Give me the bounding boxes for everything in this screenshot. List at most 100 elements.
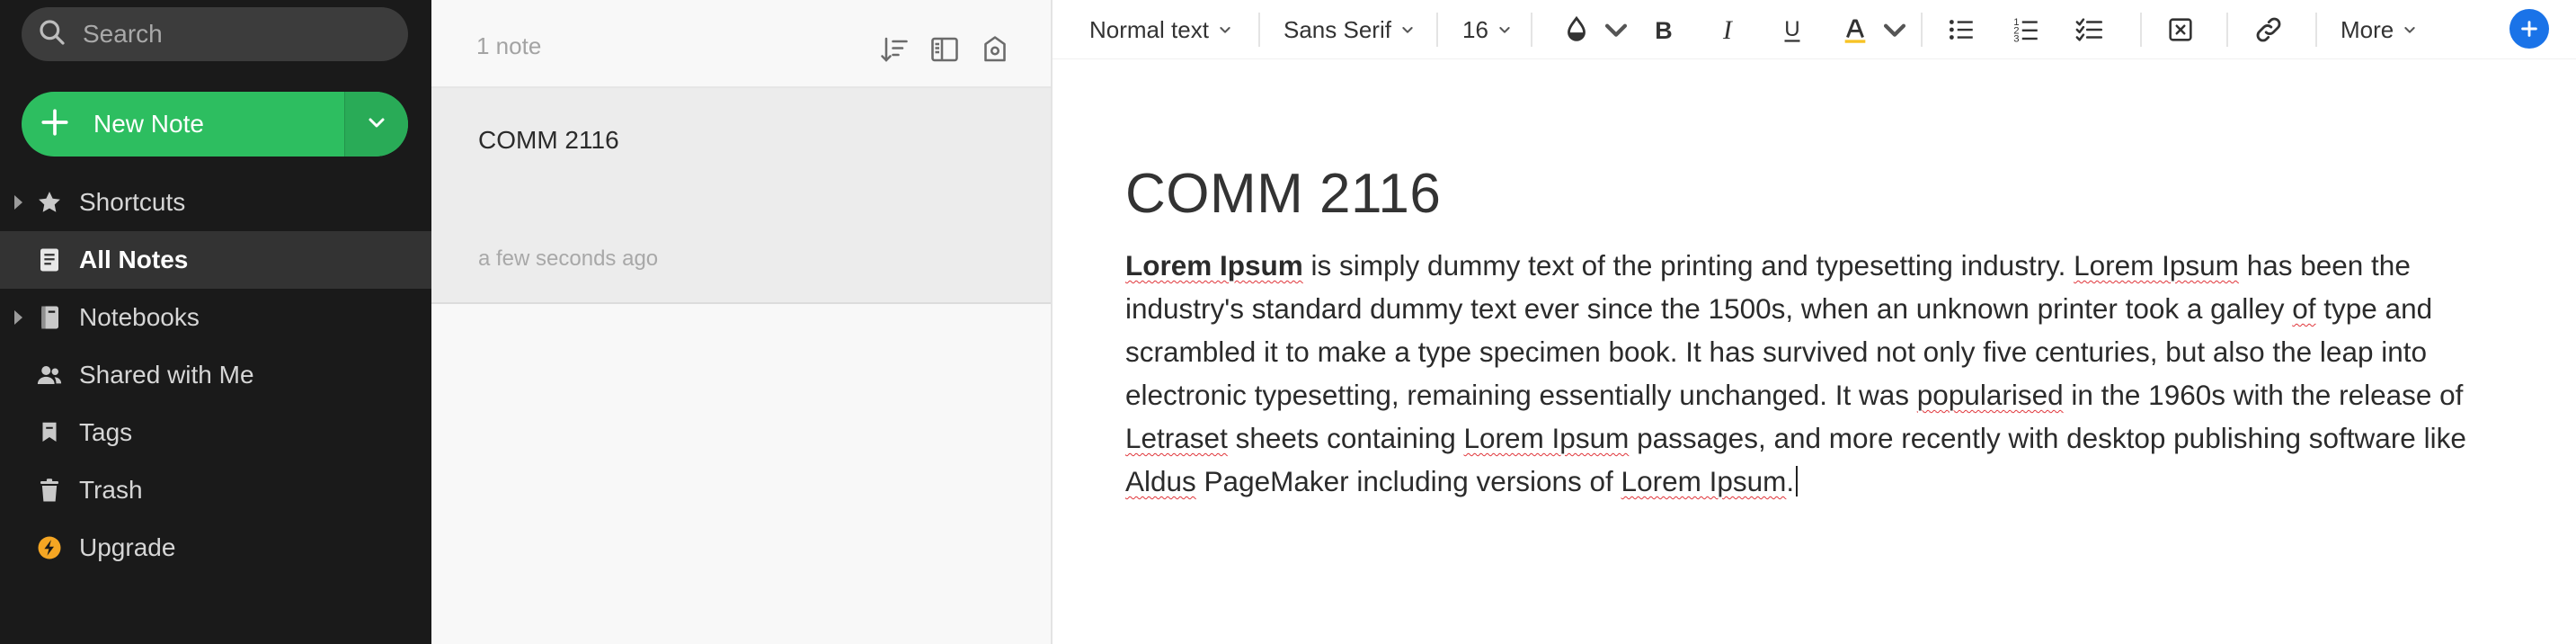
text-style-dropdown[interactable]: Normal text [1089, 11, 1232, 49]
expand-caret-icon[interactable] [14, 195, 22, 210]
shortcut-pin-icon[interactable] [978, 32, 1012, 67]
body-text: in the 1960s with the release of [2063, 379, 2464, 411]
bold-icon: B [1655, 17, 1672, 44]
sidebar-item-label: All Notes [79, 246, 189, 273]
note-card-title: COMM 2116 [478, 126, 619, 154]
font-family-value: Sans Serif [1284, 15, 1391, 43]
note-body[interactable]: Lorem Ipsum is simply dummy text of the … [1125, 244, 2474, 503]
upgrade-icon [34, 533, 65, 562]
star-icon [34, 188, 65, 217]
trash-icon [34, 476, 65, 505]
body-bold-text: Lorem Ipsum [1125, 249, 1303, 282]
plus-icon [40, 107, 70, 142]
toolbar-divider [1531, 13, 1532, 47]
body-misspelled-word: Lorem Ipsum [1463, 422, 1630, 454]
chevron-down-icon [1220, 27, 1230, 33]
chevron-down-icon [1402, 27, 1413, 33]
text-color-icon [1568, 15, 1586, 41]
view-options-icon[interactable] [928, 32, 962, 67]
body-misspelled-word: Aldus [1125, 465, 1196, 497]
highlight-button[interactable] [1840, 11, 1910, 49]
chevron-down-icon [2404, 27, 2415, 33]
underline-button[interactable]: U [1777, 11, 1808, 49]
chevron-down-icon [1883, 23, 1906, 37]
toolbar-divider [1921, 13, 1923, 47]
chevron-down-icon [366, 112, 387, 138]
new-note-dropdown-button[interactable] [345, 92, 408, 157]
plus-icon [2521, 21, 2537, 37]
new-note-main[interactable]: New Note [22, 92, 344, 157]
toolbar-divider [2140, 13, 2142, 47]
note-count: 1 note [476, 32, 542, 59]
toolbar-divider [1436, 13, 1438, 47]
search-icon [38, 18, 67, 51]
sidebar-item-notebooks[interactable]: Notebooks [0, 289, 431, 346]
insert-link-button[interactable] [2253, 11, 2284, 49]
sidebar-item-trash[interactable]: Trash [0, 461, 431, 519]
note-title[interactable]: COMM 2116 [1125, 162, 1441, 226]
chevron-down-icon [1499, 27, 1510, 33]
body-text: PageMaker including versions of [1195, 465, 1621, 497]
sidebar-item-tags[interactable]: Tags [0, 404, 431, 461]
toolbar-divider [1258, 13, 1260, 47]
svg-text:3: 3 [2013, 33, 2019, 44]
body-misspelled-word: Letraset [1125, 422, 1228, 454]
checklist-icon [2075, 18, 2103, 41]
formatting-toolbar: Normal text Sans Serif 16 B I U 1 2 3 Mo… [1053, 0, 2576, 59]
add-button[interactable] [2509, 9, 2549, 49]
sidebar-item-label: Shared with Me [79, 361, 254, 389]
sidebar-item-label: Shortcuts [79, 188, 186, 216]
note-card-timestamp: a few seconds ago [478, 246, 659, 271]
body-text: passages, and more recently with desktop… [1629, 422, 2466, 454]
body-misspelled-word: Lorem Ipsum [2074, 249, 2239, 282]
clear-formatting-button[interactable] [2165, 11, 2196, 49]
body-text: . [1786, 465, 1795, 497]
sidebar-item-shortcuts[interactable]: Shortcuts [0, 174, 431, 231]
editor-panel: Normal text Sans Serif 16 B I U 1 2 3 Mo… [1053, 0, 2576, 644]
svg-text:I: I [1722, 15, 1734, 45]
sidebar: Search New Note Shortcuts All Notes Note… [0, 0, 431, 644]
text-cursor [1796, 466, 1799, 496]
highlight-icon [1844, 19, 1866, 43]
chevron-down-icon [1604, 23, 1628, 37]
sidebar-item-label: Upgrade [79, 533, 176, 561]
tag-icon [34, 418, 65, 447]
text-color-button[interactable] [1561, 11, 1631, 49]
italic-button[interactable]: I [1712, 11, 1743, 49]
sidebar-nav: Shortcuts All Notes Notebooks Shared wit… [0, 174, 431, 577]
toolbar-divider [2315, 13, 2317, 47]
new-note-label: New Note [93, 110, 204, 138]
bold-button[interactable]: B [1648, 11, 1679, 49]
sidebar-item-label: Notebooks [79, 303, 200, 331]
search-bar[interactable]: Search [22, 7, 408, 61]
numbered-list-icon: 123 [2013, 17, 2038, 44]
underline-icon: U [1784, 17, 1800, 42]
sidebar-item-shared-with-me[interactable]: Shared with Me [0, 346, 431, 404]
font-size-dropdown[interactable]: 16 [1462, 11, 1512, 49]
search-placeholder: Search [83, 20, 163, 48]
numbered-list-button[interactable]: 123 [2011, 11, 2041, 49]
bulleted-list-icon [1949, 20, 1973, 40]
more-label: More [2341, 15, 2394, 43]
note-list-panel: 1 note COMM 2116 a few seconds ago [431, 0, 1053, 644]
toolbar-divider [2226, 13, 2228, 47]
body-misspelled-word: Lorem Ipsum [1621, 465, 1787, 497]
note-list-header: 1 note [431, 0, 1051, 88]
sidebar-item-label: Trash [79, 476, 143, 504]
font-size-value: 16 [1462, 15, 1488, 43]
italic-icon: I [1722, 15, 1734, 45]
new-note-button[interactable]: New Note [22, 92, 408, 157]
expand-caret-icon[interactable] [14, 310, 22, 325]
note-card[interactable]: COMM 2116 a few seconds ago [431, 88, 1051, 304]
svg-text:B: B [1655, 17, 1672, 44]
more-dropdown[interactable]: More [2341, 11, 2417, 49]
sidebar-item-upgrade[interactable]: Upgrade [0, 519, 431, 577]
body-text: sheets containing [1227, 422, 1464, 454]
bulleted-list-button[interactable] [1946, 11, 1976, 49]
clear-formatting-icon [2169, 18, 2192, 41]
sort-icon[interactable] [877, 32, 911, 67]
body-misspelled-word: popularised [1916, 379, 2064, 411]
sidebar-item-all-notes[interactable]: All Notes [0, 231, 431, 289]
checklist-button[interactable] [2074, 11, 2105, 49]
font-family-dropdown[interactable]: Sans Serif [1284, 11, 1415, 49]
